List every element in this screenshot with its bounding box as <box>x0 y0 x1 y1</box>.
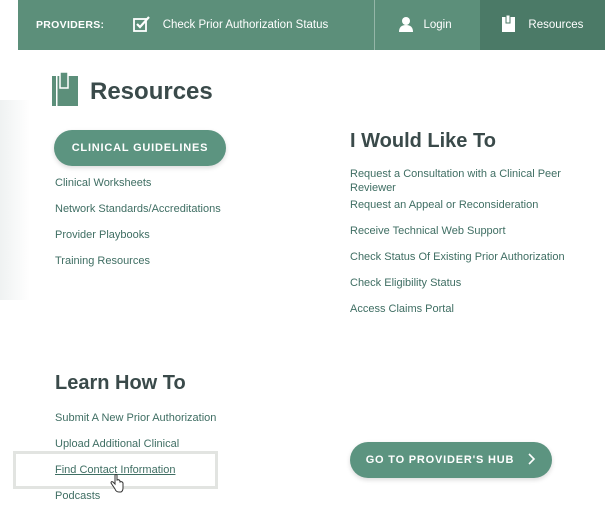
clinical-guidelines-button[interactable]: CLINICAL GUIDELINES <box>54 130 226 166</box>
top-navigation-bar: PROVIDERS: Check Prior Authorization Sta… <box>18 0 605 50</box>
list-item[interactable]: Submit A New Prior Authorization <box>55 411 216 437</box>
go-to-providers-hub-button[interactable]: GO TO PROVIDER'S HUB <box>350 442 552 478</box>
resources-tab[interactable]: Resources <box>480 0 605 50</box>
hub-button-label: GO TO PROVIDER'S HUB <box>365 454 515 466</box>
list-item[interactable]: Provider Playbooks <box>55 228 221 254</box>
list-item[interactable]: Clinical Worksheets <box>55 176 221 202</box>
would-like-links-list: Request a Consultation with a Clinical P… <box>350 167 600 328</box>
list-item[interactable]: Podcasts <box>55 489 216 515</box>
person-icon <box>399 16 414 35</box>
hand-pointer-icon <box>110 474 124 499</box>
resources-title-text: Resources <box>90 77 213 105</box>
login-label: Login <box>423 19 452 31</box>
check-status-label: Check Prior Authorization Status <box>162 19 329 31</box>
list-item[interactable]: Request a Consultation with a Clinical P… <box>350 167 600 198</box>
list-item[interactable]: Access Claims Portal <box>350 302 600 328</box>
list-item[interactable]: Receive Technical Web Support <box>350 224 600 250</box>
resources-label: Resources <box>528 19 584 31</box>
list-item[interactable]: Check Eligibility Status <box>350 276 600 302</box>
chevron-right-icon <box>528 452 536 468</box>
list-item[interactable]: Request an Appeal or Reconsideration <box>350 198 600 224</box>
list-item[interactable]: Check Status Of Existing Prior Authoriza… <box>350 250 600 276</box>
resources-title: Resources <box>52 71 213 111</box>
i-would-like-to-heading: I Would Like To <box>350 130 496 152</box>
list-item[interactable]: Network Standards/Accreditations <box>55 202 221 228</box>
login-link[interactable]: Login <box>374 0 480 50</box>
background-fade <box>0 100 30 300</box>
resource-links-list: Clinical Worksheets Network Standards/Ac… <box>55 176 221 280</box>
book-icon <box>52 71 80 111</box>
check-prior-auth-status-link[interactable]: Check Prior Authorization Status <box>132 0 375 50</box>
checkbox-check-icon <box>132 15 151 35</box>
list-item[interactable]: Training Resources <box>55 254 221 280</box>
learn-how-to-heading: Learn How To <box>55 372 186 394</box>
providers-label: PROVIDERS: <box>36 19 105 31</box>
book-icon <box>502 14 516 35</box>
